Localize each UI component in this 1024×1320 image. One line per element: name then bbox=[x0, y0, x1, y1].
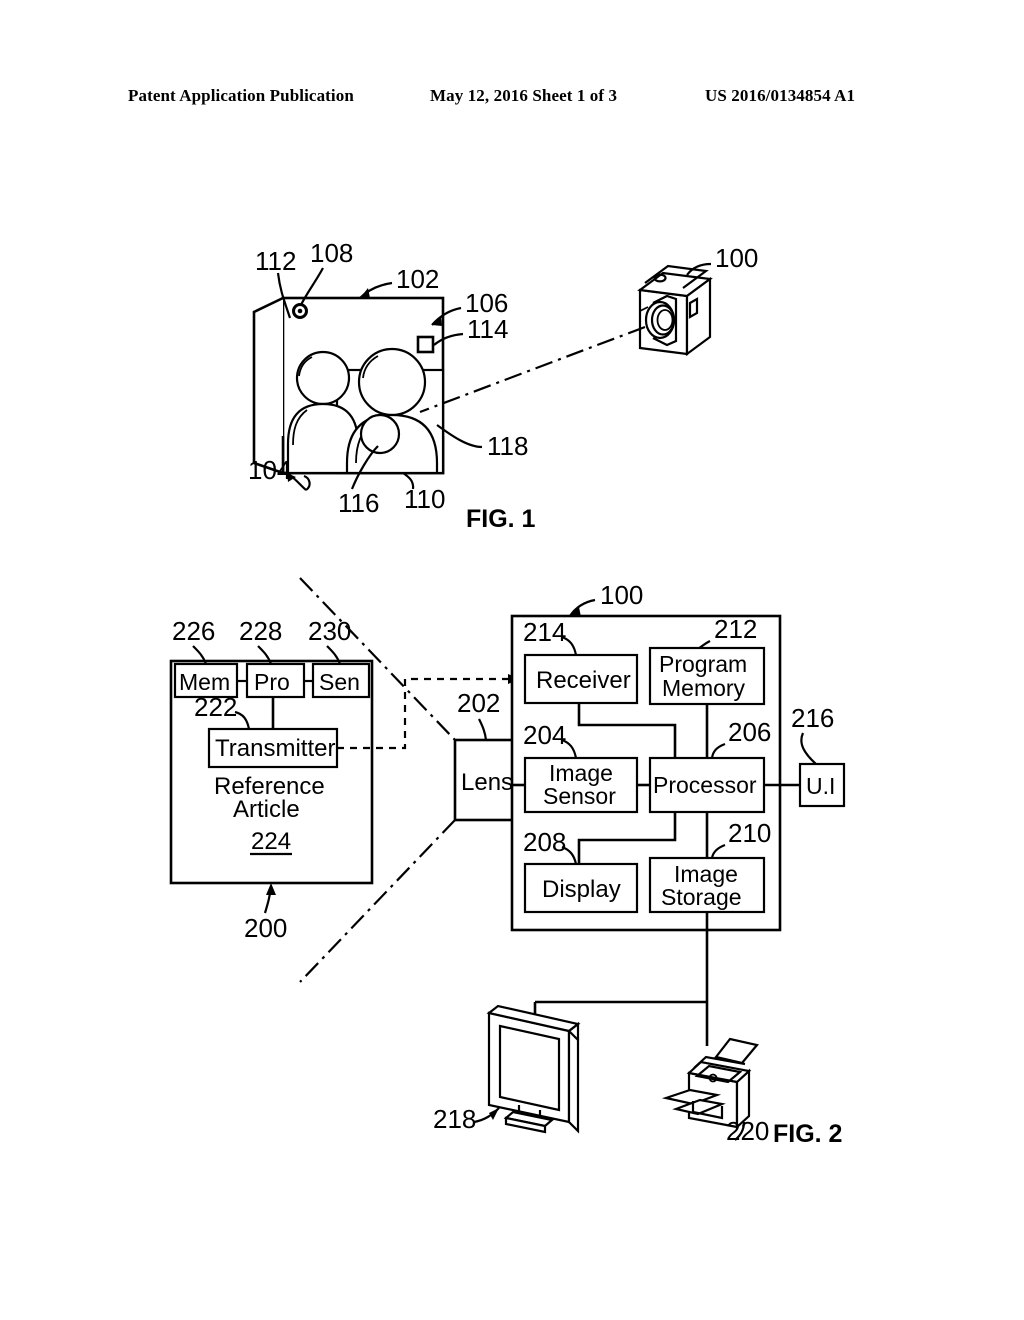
lead-216: 216 bbox=[791, 703, 834, 765]
processor-box: Processor bbox=[648, 756, 766, 814]
program-memory-line2: Memory bbox=[662, 675, 746, 701]
ref-112: 112 bbox=[255, 246, 296, 276]
monitor-218 bbox=[486, 1004, 581, 1134]
image-storage-line2: Storage bbox=[661, 884, 742, 910]
lead-114: 114 bbox=[433, 314, 508, 346]
ref-110: 110 bbox=[404, 484, 445, 514]
program-memory-box: Program Memory bbox=[648, 646, 766, 706]
receiver-box: Receiver bbox=[523, 653, 639, 705]
display-label: Display bbox=[542, 876, 621, 903]
figure-2-label: FIG. 2 bbox=[773, 1120, 842, 1148]
ref-118: 118 bbox=[487, 431, 528, 461]
lens-label: Lens bbox=[461, 769, 513, 796]
lead-108: 108 bbox=[299, 238, 353, 306]
lead-200: 200 bbox=[244, 883, 287, 943]
lead-202: 202 bbox=[457, 688, 500, 741]
reference-article-number: 224 bbox=[251, 828, 291, 855]
lead-102: 102 bbox=[359, 264, 439, 299]
processor-label: Processor bbox=[653, 772, 757, 798]
figure-2: Mem Pro Sen Transmitter Reference Articl… bbox=[169, 577, 846, 1148]
pro-label: Pro bbox=[254, 669, 290, 695]
lead-226: 226 bbox=[172, 616, 215, 665]
ref-218: 218 bbox=[433, 1104, 476, 1134]
ref-214: 214 bbox=[523, 617, 566, 647]
lens-box: Lens bbox=[453, 738, 515, 822]
ref-108: 108 bbox=[310, 238, 353, 268]
ref-220: 220 bbox=[726, 1116, 769, 1146]
receiver-label: Receiver bbox=[536, 667, 631, 694]
printer-220 bbox=[661, 1037, 760, 1130]
ref-114: 114 bbox=[467, 314, 508, 344]
ref-104: 104 bbox=[248, 455, 291, 485]
program-memory-line1: Program bbox=[659, 651, 747, 677]
square-reference-marker-114 bbox=[416, 335, 435, 354]
lead-110: 110 bbox=[402, 472, 445, 514]
figure-1-label: FIG. 1 bbox=[466, 505, 536, 533]
image-sensor-line2: Sensor bbox=[543, 783, 616, 809]
ref-102: 102 bbox=[396, 264, 439, 294]
ref-212: 212 bbox=[714, 614, 757, 644]
patent-drawing-sheet: Patent Application Publication May 12, 2… bbox=[0, 0, 1024, 1320]
ref-230: 230 bbox=[308, 616, 351, 646]
ref-208: 208 bbox=[523, 827, 566, 857]
ui-label: U.I bbox=[806, 773, 835, 799]
lead-228: 228 bbox=[239, 616, 282, 665]
lead-118: 118 bbox=[436, 424, 528, 461]
lead-230: 230 bbox=[308, 616, 351, 665]
circular-reference-marker-108 bbox=[292, 303, 308, 319]
ref-204: 204 bbox=[523, 720, 566, 750]
image-sensor-box: Image Sensor bbox=[523, 756, 639, 814]
lead-220: 220 bbox=[726, 1116, 769, 1146]
user-interface-box: U.I bbox=[798, 762, 846, 808]
transmitter-label: Transmitter bbox=[215, 735, 335, 762]
ref-200: 200 bbox=[244, 913, 287, 943]
ref-100-fig1: 100 bbox=[715, 243, 758, 273]
chest-marker-116 bbox=[359, 413, 401, 455]
backdrop-side-flap bbox=[252, 296, 284, 475]
ref-216: 216 bbox=[791, 703, 834, 733]
ref-202: 202 bbox=[457, 688, 500, 718]
ref-222: 222 bbox=[194, 692, 237, 722]
lead-100-fig2: 100 bbox=[569, 580, 643, 617]
display-box: Display bbox=[523, 862, 639, 914]
ref-100-fig2: 100 bbox=[600, 580, 643, 610]
camera-isometric-fig1 bbox=[637, 264, 713, 357]
figure-1: 112 108 102 106 114 118 104 116 110 100 … bbox=[248, 238, 758, 533]
sen-label: Sen bbox=[319, 669, 360, 695]
lead-218: 218 bbox=[433, 1104, 500, 1134]
image-storage-box: Image Storage bbox=[648, 856, 766, 914]
reference-article-line2: Article bbox=[233, 796, 300, 823]
camera-sightline-fig1 bbox=[419, 325, 646, 414]
ref-226: 226 bbox=[172, 616, 215, 646]
ref-116: 116 bbox=[338, 488, 379, 518]
ref-206: 206 bbox=[728, 717, 771, 747]
ref-228: 228 bbox=[239, 616, 282, 646]
ref-210: 210 bbox=[728, 818, 771, 848]
